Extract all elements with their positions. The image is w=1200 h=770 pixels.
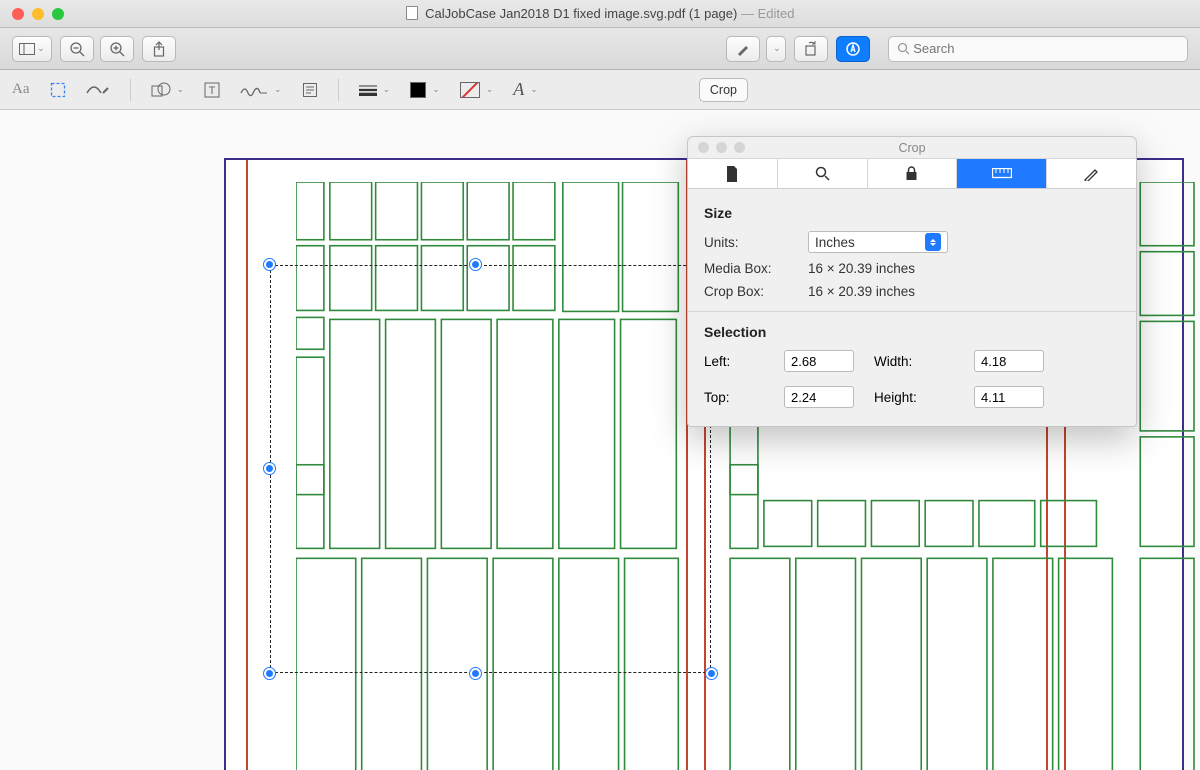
border-color-tool[interactable]: ⌄ — [410, 82, 440, 98]
zoom-out-icon — [69, 41, 85, 57]
text-style-tool[interactable]: A⌄ — [513, 79, 538, 100]
panel-tabs — [688, 159, 1136, 189]
markup-icon — [845, 41, 861, 57]
fill-color-tool[interactable]: ⌄ — [460, 82, 494, 98]
sign-tool[interactable]: ⌄ — [240, 83, 282, 97]
signature-icon — [240, 83, 268, 97]
cropbox-label: Crop Box: — [704, 284, 800, 299]
highlighter-icon — [736, 42, 750, 56]
tab-crop[interactable] — [957, 159, 1047, 188]
search-input[interactable] — [913, 41, 1179, 56]
titlebar: CalJobCase Jan2018 D1 fixed image.svg.pd… — [0, 0, 1200, 28]
minimize-window-button[interactable] — [32, 8, 44, 20]
toolbar-separator — [338, 79, 339, 101]
tab-magnifier[interactable] — [778, 159, 868, 188]
sketch-icon — [86, 83, 110, 97]
highlight-button[interactable] — [726, 36, 760, 62]
page-icon — [725, 166, 739, 182]
mediabox-label: Media Box: — [704, 261, 800, 276]
units-select[interactable]: Inches — [808, 231, 948, 253]
highlight-menu-button[interactable]: ⌄ — [766, 36, 786, 62]
zoom-in-button[interactable] — [100, 36, 134, 62]
rotate-icon — [803, 41, 819, 57]
top-input[interactable]: 2.24 — [784, 386, 854, 408]
font-style-icon: A — [513, 79, 524, 100]
crop-inspector-panel: Crop Size Units: Inches Media Box: 16 × … — [687, 136, 1137, 427]
note-icon — [302, 82, 318, 98]
shapes-tool[interactable]: ⌄ — [151, 82, 185, 98]
top-label: Top: — [704, 390, 764, 405]
left-label: Left: — [704, 354, 764, 369]
selection-heading: Selection — [704, 324, 1120, 340]
markup-toolbar: Aa ⌄ T ⌄ ⌄ ⌄ ⌄ A⌄ Crop — [0, 70, 1200, 110]
units-value: Inches — [815, 235, 855, 250]
lock-icon — [905, 166, 918, 181]
size-heading: Size — [704, 205, 1120, 221]
mediabox-value: 16 × 20.39 inches — [808, 261, 915, 276]
panel-title: Crop — [688, 141, 1136, 155]
window-title: CalJobCase Jan2018 D1 fixed image.svg.pd… — [425, 6, 737, 21]
tab-annotations[interactable] — [1047, 159, 1136, 188]
sidebar-toggle-button[interactable]: ⌄ — [12, 36, 52, 62]
note-tool[interactable] — [302, 82, 318, 98]
cropbox-value: 16 × 20.39 inches — [808, 284, 915, 299]
window-controls — [12, 8, 64, 20]
selection-icon — [50, 82, 66, 98]
ruler-icon — [992, 168, 1012, 180]
rotate-button[interactable] — [794, 36, 828, 62]
edited-indicator: — Edited — [741, 6, 794, 21]
text-selection-icon: Aa — [12, 81, 30, 98]
shapes-icon — [151, 82, 171, 98]
tab-general[interactable] — [688, 159, 778, 188]
no-fill-icon — [460, 82, 480, 98]
close-window-button[interactable] — [12, 8, 24, 20]
main-toolbar: ⌄ ⌄ — [0, 28, 1200, 70]
color-swatch-icon — [410, 82, 426, 98]
zoom-in-icon — [109, 41, 125, 57]
select-stepper-icon — [925, 233, 941, 251]
zoom-window-button[interactable] — [52, 8, 64, 20]
units-label: Units: — [704, 235, 800, 250]
document-icon — [406, 6, 418, 20]
svg-text:T: T — [209, 85, 216, 97]
text-tool[interactable]: T — [204, 82, 220, 98]
textbox-icon: T — [204, 82, 220, 98]
panel-divider — [688, 311, 1136, 312]
width-label: Width: — [874, 354, 954, 369]
share-button[interactable] — [142, 36, 176, 62]
toolbar-separator — [130, 79, 131, 101]
search-icon — [897, 42, 909, 55]
search-field[interactable] — [888, 36, 1188, 62]
border-style-tool[interactable]: ⌄ — [359, 84, 391, 96]
width-input[interactable]: 4.18 — [974, 350, 1044, 372]
pencil-icon — [1084, 167, 1100, 181]
crop-button[interactable]: Crop — [699, 78, 748, 102]
tab-encryption[interactable] — [868, 159, 958, 188]
sidebar-icon — [19, 43, 35, 55]
panel-titlebar[interactable]: Crop — [688, 137, 1136, 159]
sketch-tool[interactable] — [86, 83, 110, 97]
rectangular-selection-tool[interactable] — [50, 82, 66, 98]
height-label: Height: — [874, 390, 954, 405]
share-icon — [152, 41, 166, 57]
zoom-out-button[interactable] — [60, 36, 94, 62]
height-input[interactable]: 4.11 — [974, 386, 1044, 408]
markup-toggle-button[interactable] — [836, 36, 870, 62]
left-input[interactable]: 2.68 — [784, 350, 854, 372]
magnifier-icon — [815, 166, 830, 181]
line-weight-icon — [359, 84, 377, 96]
text-selection-tool[interactable]: Aa — [12, 81, 30, 98]
